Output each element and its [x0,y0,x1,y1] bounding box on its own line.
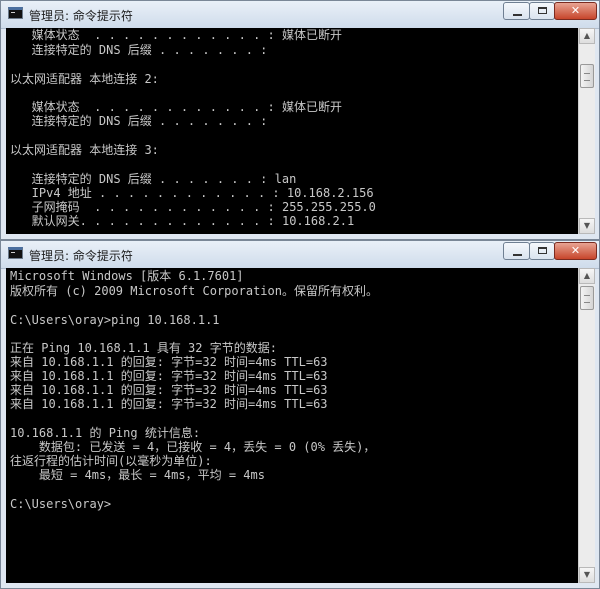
maximize-button[interactable] [529,242,555,260]
vertical-scrollbar[interactable]: ▲ ▼ [578,268,595,583]
console-line: 连接特定的 DNS 后缀 . . . . . . . : [10,114,268,128]
console-line: 来自 10.168.1.1 的回复: 字节=32 时间=4ms TTL=63 [10,383,328,397]
console-line: 10.168.1.1 的 Ping 统计信息: [10,426,201,440]
console-line: 往返行程的估计时间(以毫秒为单位): [10,454,212,468]
title-bar[interactable]: 管理员: 命令提示符 ✕ [1,1,599,29]
window-title: 管理员: 命令提示符 [29,249,133,263]
console-line: 媒体状态 . . . . . . . . . . . . : 媒体已断开 [10,28,342,42]
scroll-up-arrow-icon[interactable]: ▲ [579,268,595,284]
scroll-up-arrow-icon[interactable]: ▲ [579,28,595,44]
cmd-icon [8,7,23,19]
scrollbar-thumb[interactable] [580,64,594,88]
console-line: 以太网适配器 本地连接 3: [10,143,159,157]
close-button[interactable]: ✕ [554,242,597,260]
minimize-button[interactable] [503,2,530,20]
console-line: 子网掩码 . . . . . . . . . . . . : 255.255.2… [10,200,376,214]
console-output[interactable]: 媒体状态 . . . . . . . . . . . . : 媒体已断开 连接特… [6,28,578,234]
minimize-button[interactable] [503,242,530,260]
console-line: 数据包: 已发送 = 4，已接收 = 4，丢失 = 0 (0% 丢失)， [10,440,376,454]
console-line: 连接特定的 DNS 后缀 . . . . . . . : [10,43,268,57]
console-line: 正在 Ping 10.168.1.1 具有 32 字节的数据: [10,341,277,355]
cmd-icon [8,247,23,259]
console-line: 来自 10.168.1.1 的回复: 字节=32 时间=4ms TTL=63 [10,369,328,383]
console-line: 媒体状态 . . . . . . . . . . . . : 媒体已断开 [10,100,342,114]
vertical-scrollbar[interactable]: ▲ ▼ [578,28,595,234]
close-button[interactable]: ✕ [554,2,597,20]
window-title: 管理员: 命令提示符 [29,9,133,23]
cmd-window-ping[interactable]: 管理员: 命令提示符 ✕ Microsoft Windows [版本 6.1.7… [0,240,600,589]
console-line: Microsoft Windows [版本 6.1.7601] [10,269,244,283]
console-line: 连接特定的 DNS 后缀 . . . . . . . : lan [10,172,297,186]
console-line: 默认网关. . . . . . . . . . . . . : 10.168.2… [10,214,355,228]
console-line: 最短 = 4ms，最长 = 4ms，平均 = 4ms [10,468,265,482]
console-line: 来自 10.168.1.1 的回复: 字节=32 时间=4ms TTL=63 [10,355,328,369]
console-line: IPv4 地址 . . . . . . . . . . . . : 10.168… [10,186,374,200]
prompt-command: C:\Users\oray>ping 10.168.1.1 [10,313,220,327]
console-line: 来自 10.168.1.1 的回复: 字节=32 时间=4ms TTL=63 [10,397,328,411]
cmd-window-ipconfig[interactable]: 管理员: 命令提示符 ✕ 媒体状态 . . . . . . . . . . . … [0,0,600,240]
console-output[interactable]: Microsoft Windows [版本 6.1.7601] 版权所有 (c)… [6,268,578,583]
title-bar[interactable]: 管理员: 命令提示符 ✕ [1,241,599,269]
maximize-button[interactable] [529,2,555,20]
scroll-down-arrow-icon[interactable]: ▼ [579,567,595,583]
console-line: 版权所有 (c) 2009 Microsoft Corporation。保留所有… [10,284,378,298]
prompt-line: C:\Users\oray> [10,497,112,511]
console-line: 以太网适配器 本地连接 2: [10,72,159,86]
scrollbar-thumb[interactable] [580,286,594,310]
scroll-down-arrow-icon[interactable]: ▼ [579,218,595,234]
